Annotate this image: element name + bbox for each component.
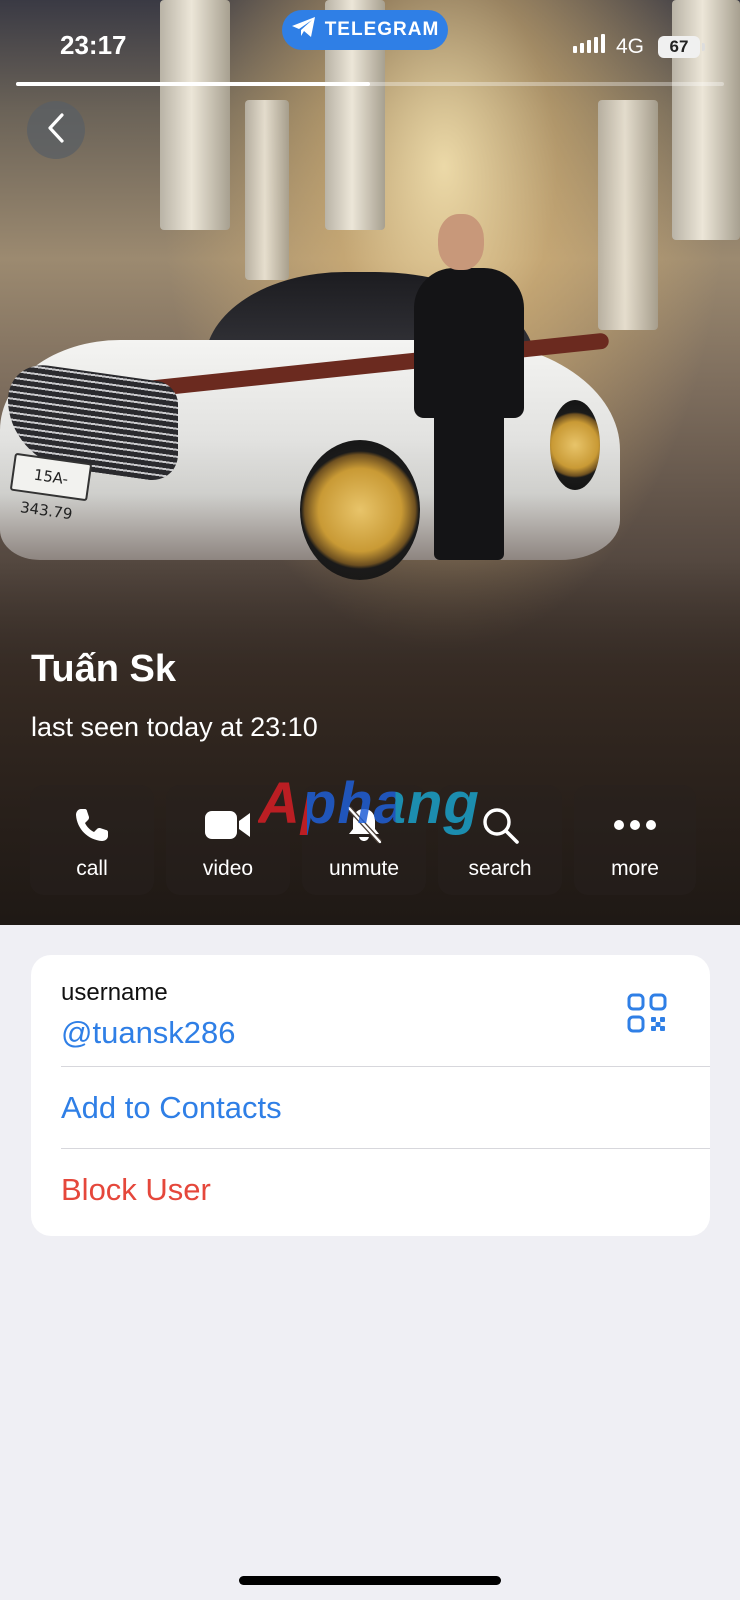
photo-statue: [245, 100, 289, 280]
watermark-logo: Aphang: [258, 771, 480, 836]
home-indicator: [239, 1576, 501, 1585]
unmute-label: unmute: [328, 857, 400, 880]
call-label: call: [76, 857, 108, 880]
search-label: search: [468, 857, 532, 880]
chevron-left-icon: [45, 112, 67, 149]
divider: [61, 1066, 710, 1067]
profile-name: Tuấn Sk: [31, 648, 176, 690]
story-progress-fill: [16, 82, 370, 86]
more-button[interactable]: more: [574, 785, 696, 895]
battery-level: 67: [669, 37, 689, 56]
photo-person: [438, 214, 484, 270]
block-user-button[interactable]: Block User: [61, 1172, 211, 1208]
battery-tip: [702, 43, 705, 51]
cellular-signal-icon: [573, 34, 605, 53]
username-label: username: [61, 979, 168, 1006]
photo-pillar: [160, 0, 230, 230]
divider: [61, 1148, 710, 1149]
battery-icon: 67: [658, 36, 700, 58]
ellipsis-icon: [613, 803, 657, 847]
username-value[interactable]: @tuansk286: [61, 1015, 236, 1051]
photo-person: [414, 268, 524, 418]
call-button[interactable]: call: [30, 785, 154, 895]
telegram-plane-icon: [291, 16, 317, 44]
last-seen-status: last seen today at 23:10: [31, 712, 318, 742]
more-label: more: [611, 857, 659, 880]
phone-icon: [72, 803, 112, 847]
add-to-contacts-button[interactable]: Add to Contacts: [61, 1090, 282, 1126]
profile-info-card: username @tuansk286 Add to Contacts Bloc…: [31, 955, 710, 1236]
back-button[interactable]: [27, 101, 85, 159]
photo-statue: [598, 100, 658, 330]
video-camera-icon: [204, 803, 252, 847]
story-progress-bar: [16, 82, 724, 86]
photo-person: [434, 410, 504, 560]
photo-car-wheel: [300, 440, 420, 580]
photo-car-wheel: [550, 400, 600, 490]
network-type: 4G: [616, 35, 645, 58]
search-icon: [480, 803, 520, 847]
video-label: video: [202, 857, 254, 880]
status-time: 23:17: [60, 30, 127, 60]
telegram-pill[interactable]: TELEGRAM: [282, 10, 448, 50]
telegram-pill-label: TELEGRAM: [324, 19, 440, 40]
qr-code-icon[interactable]: [627, 993, 667, 1033]
